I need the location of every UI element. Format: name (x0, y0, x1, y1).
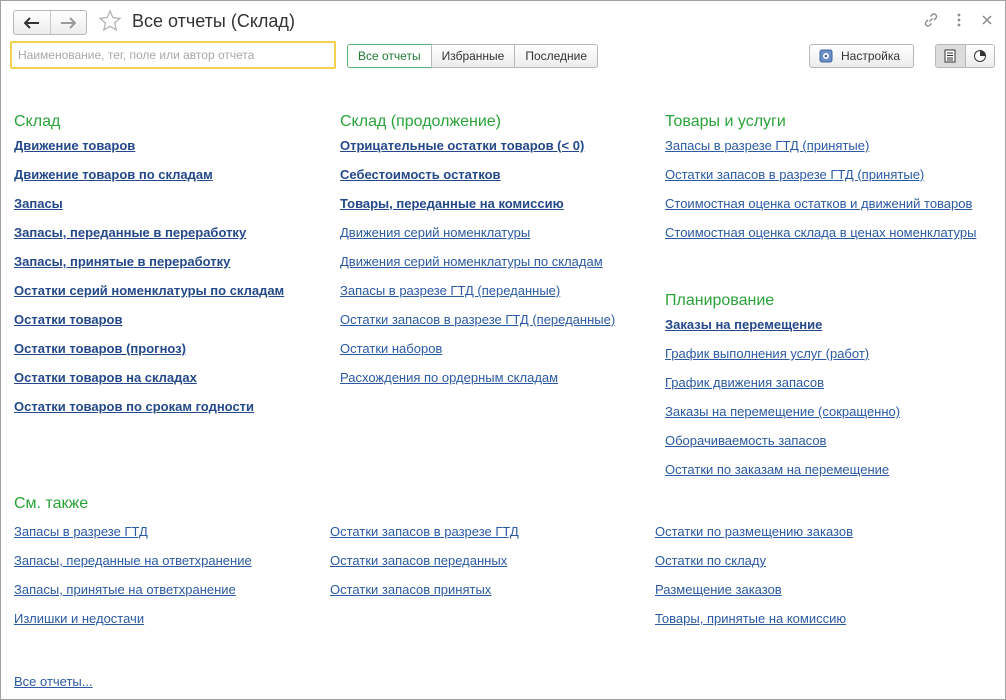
report-list: Запасы в разрезе ГТД Запасы, переданные … (14, 523, 252, 639)
report-link[interactable]: Остатки запасов принятых (330, 582, 491, 597)
see-also-column-2: Остатки запасов в разрезе ГТД Остатки за… (330, 523, 519, 610)
report-link[interactable]: Движения серий номенклатуры по складам (340, 254, 603, 269)
report-link[interactable]: Запасы, принятые в переработку (14, 254, 230, 269)
report-link[interactable]: Запасы в разрезе ГТД (переданные) (340, 283, 560, 298)
report-filter-tabs: Все отчеты Избранные Последние (347, 44, 599, 68)
more-vertical-icon (957, 13, 961, 27)
list-view-button[interactable] (936, 45, 966, 67)
close-icon (982, 15, 992, 25)
report-link[interactable]: Расхождения по ордерным складам (340, 370, 558, 385)
report-link[interactable]: Остатки товаров (14, 312, 122, 327)
more-menu-button[interactable] (950, 11, 968, 29)
link-button[interactable] (922, 11, 940, 29)
report-link[interactable]: Товары, принятые на комиссию (655, 611, 846, 626)
report-link[interactable]: Размещение заказов (655, 582, 782, 597)
report-link[interactable]: Запасы в разрезе ГТД (14, 524, 148, 539)
section-title: Товары и услуги (665, 113, 786, 130)
section-sklad: Склад Движение товаров Движение товаров … (14, 111, 284, 427)
report-link[interactable]: Остатки серий номенклатуры по складам (14, 283, 284, 298)
forward-button[interactable] (49, 11, 87, 34)
section-title: См. также (14, 495, 89, 512)
link-icon (924, 13, 938, 27)
report-link[interactable]: Запасы, переданные на ответхранение (14, 553, 252, 568)
see-also-column-3: Остатки по размещению заказов Остатки по… (655, 523, 853, 639)
section-goods-services: Товары и услуги Запасы в разрезе ГТД (пр… (665, 111, 976, 253)
tab-recent[interactable]: Последние (515, 44, 599, 68)
settings-button[interactable]: Настройка (809, 44, 914, 68)
section-sklad-continued: Склад (продолжение) Отрицательные остатк… (340, 111, 615, 398)
report-link[interactable]: График выполнения услуг (работ) (665, 346, 869, 361)
favorite-button[interactable] (98, 9, 122, 33)
arrow-left-icon (23, 16, 39, 29)
search-input[interactable] (12, 43, 334, 67)
search-field[interactable] (10, 41, 336, 69)
report-link[interactable]: Остатки по размещению заказов (655, 524, 853, 539)
report-list: Остатки по размещению заказов Остатки по… (655, 523, 853, 639)
page-title: Все отчеты (Склад) (132, 11, 295, 31)
report-link[interactable]: Себестоимость остатков (340, 167, 501, 182)
window-controls (922, 11, 996, 29)
report-link[interactable]: График движения запасов (665, 375, 824, 390)
report-link[interactable]: Остатки по складу (655, 553, 766, 568)
report-list: Остатки запасов в разрезе ГТД Остатки за… (330, 523, 519, 610)
section-planning: Планирование Заказы на перемещение Графи… (665, 290, 900, 490)
report-link[interactable]: Запасы, переданные в переработку (14, 225, 246, 240)
section-title: Склад (14, 113, 61, 130)
list-view-icon (944, 49, 956, 63)
close-button[interactable] (978, 11, 996, 29)
report-link[interactable]: Остатки наборов (340, 341, 442, 356)
chart-view-button[interactable] (965, 45, 994, 67)
report-link[interactable]: Запасы (14, 196, 63, 211)
report-link[interactable]: Движение товаров (14, 138, 135, 153)
navigation-buttons (13, 10, 87, 35)
view-mode-toggle (935, 44, 995, 68)
settings-label: Настройка (841, 49, 901, 63)
tab-all-reports[interactable]: Все отчеты (347, 44, 432, 68)
report-link[interactable]: Движения серий номенклатуры (340, 225, 530, 240)
report-link[interactable]: Остатки товаров (прогноз) (14, 341, 186, 356)
report-list: Заказы на перемещение График выполнения … (665, 316, 900, 490)
report-link[interactable]: Остатки запасов переданных (330, 553, 507, 568)
report-link[interactable]: Остатки по заказам на перемещение (665, 462, 889, 477)
pie-chart-icon (973, 50, 986, 62)
report-link[interactable]: Товары, переданные на комиссию (340, 196, 564, 211)
report-link[interactable]: Отрицательные остатки товаров (< 0) (340, 138, 584, 153)
report-link[interactable]: Остатки товаров по срокам годности (14, 399, 254, 414)
report-link[interactable]: Запасы, принятые на ответхранение (14, 582, 236, 597)
report-link[interactable]: Стоимостная оценка остатков и движений т… (665, 196, 972, 211)
report-link[interactable]: Запасы в разрезе ГТД (принятые) (665, 138, 869, 153)
tab-favorites[interactable]: Избранные (430, 44, 516, 68)
report-list: Движение товаров Движение товаров по скл… (14, 137, 284, 427)
see-also-column-1: Запасы в разрезе ГТД Запасы, переданные … (14, 523, 252, 639)
star-icon (98, 9, 122, 32)
report-list: Отрицательные остатки товаров (< 0) Себе… (340, 137, 615, 398)
report-link[interactable]: Движение товаров по складам (14, 167, 213, 182)
back-button[interactable] (14, 11, 50, 34)
report-link[interactable]: Остатки запасов в разрезе ГТД (330, 524, 519, 539)
section-title: Планирование (665, 292, 775, 309)
settings-icon (819, 49, 833, 63)
section-title: Склад (продолжение) (340, 113, 502, 130)
report-link[interactable]: Остатки товаров на складах (14, 370, 197, 385)
all-reports-link[interactable]: Все отчеты... (14, 674, 93, 689)
report-link[interactable]: Остатки запасов в разрезе ГТД (переданны… (340, 312, 615, 327)
report-list: Запасы в разрезе ГТД (принятые) Остатки … (665, 137, 976, 253)
report-link[interactable]: Заказы на перемещение (665, 317, 822, 332)
report-link[interactable]: Оборачиваемость запасов (665, 433, 826, 448)
report-link[interactable]: Заказы на перемещение (сокращенно) (665, 404, 900, 419)
report-link[interactable]: Стоимостная оценка склада в ценах номенк… (665, 225, 976, 240)
arrow-right-icon (61, 16, 77, 29)
section-see-also: См. также (14, 493, 88, 515)
report-link[interactable]: Остатки запасов в разрезе ГТД (принятые) (665, 167, 924, 182)
report-link[interactable]: Излишки и недостачи (14, 611, 144, 626)
